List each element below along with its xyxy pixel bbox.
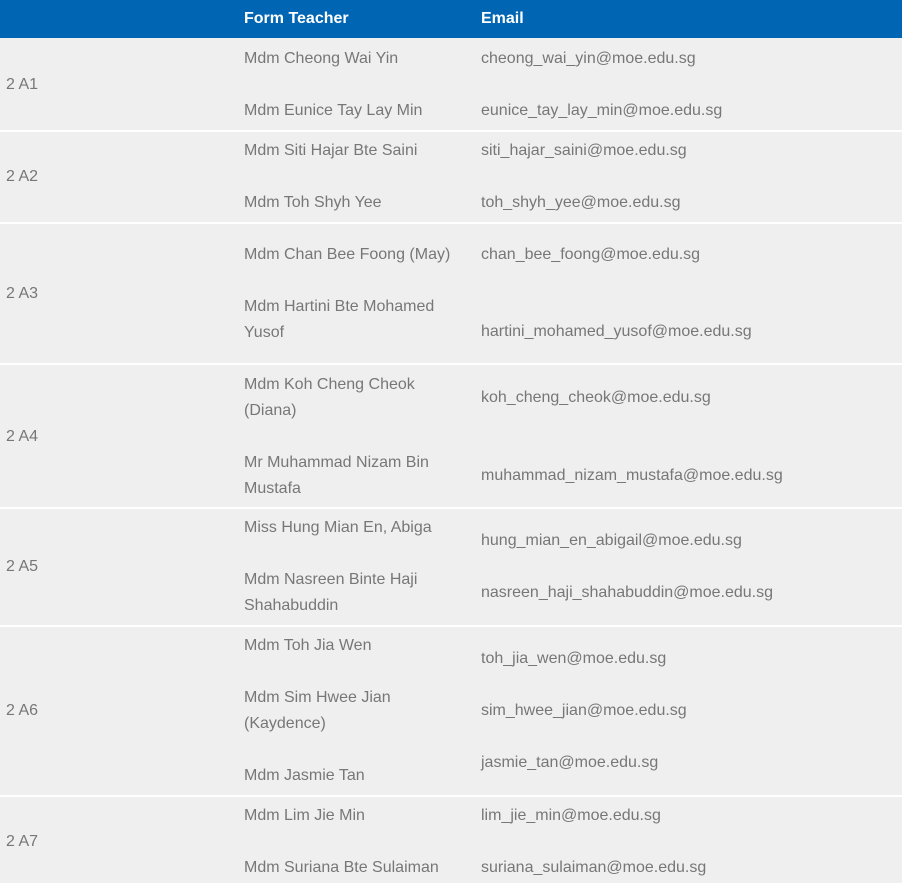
teacher-name-continued: (Diana) [244, 402, 297, 419]
teacher-email[interactable]: muhammad_nizam_mustafa@moe.edu.sg [481, 463, 783, 489]
table-header: Form Teacher Email [0, 0, 902, 38]
teacher-name: Mdm Sim Hwee Jian [244, 689, 391, 706]
teacher-name-continued: (Kaydence) [244, 715, 326, 732]
teacher-name: Mdm Hartini Bte Mohamed [244, 298, 435, 315]
teacher-name: Mr Muhammad Nizam Bin [244, 454, 429, 471]
table-row: 2 A6 Mdm Toh Jia Wen toh_jia_wen@moe.edu… [0, 627, 902, 797]
teacher-email[interactable]: hartini_mohamed_yusof@moe.edu.sg [481, 319, 752, 345]
table-row: 2 A7 Mdm Lim Jie Min lim_jie_min@moe.edu… [0, 797, 902, 883]
form-teacher-column-header: Form Teacher [244, 10, 349, 27]
class-cell: 2 A5 [6, 558, 39, 575]
teacher-name: Mdm Suriana Bte Sulaiman [244, 859, 439, 876]
teacher-name: Mdm Nasreen Binte Haji [244, 571, 418, 588]
class-cell: 2 A6 [6, 702, 39, 719]
teacher-email[interactable]: eunice_tay_lay_min@moe.edu.sg [481, 98, 722, 124]
table-row: 2 A3 Mdm Chan Bee Foong (May) chan_bee_f… [0, 224, 902, 365]
teacher-name: Mdm Lim Jie Min [244, 807, 365, 824]
class-cell: 2 A3 [6, 285, 39, 302]
teacher-email[interactable]: koh_cheng_cheok@moe.edu.sg [481, 385, 711, 411]
table-row: 2 A1 Mdm Cheong Wai Yin cheong_wai_yin@m… [0, 38, 902, 132]
teacher-email[interactable]: toh_jia_wen@moe.edu.sg [481, 646, 666, 672]
class-cell: 2 A1 [6, 76, 39, 93]
class-cell: 2 A2 [6, 168, 39, 185]
teacher-email[interactable]: chan_bee_foong@moe.edu.sg [481, 242, 700, 268]
teacher-name: Mdm Jasmie Tan [244, 767, 365, 784]
teacher-email[interactable]: cheong_wai_yin@moe.edu.sg [481, 46, 696, 72]
teacher-email[interactable]: jasmie_tan@moe.edu.sg [481, 750, 658, 776]
teacher-email[interactable]: sim_hwee_jian@moe.edu.sg [481, 698, 687, 724]
table-row: 2 A5 Miss Hung Mian En, Abiga hung_mian_… [0, 509, 902, 627]
teacher-email[interactable]: nasreen_haji_shahabuddin@moe.edu.sg [481, 580, 773, 606]
teacher-name: Mdm Cheong Wai Yin [244, 50, 399, 67]
teacher-email[interactable]: lim_jie_min@moe.edu.sg [481, 803, 661, 829]
table-row: 2 A4 Mdm Koh Cheng Cheok (Diana) koh_che… [0, 365, 902, 509]
teacher-name-continued: Yusof [244, 324, 285, 341]
teacher-name: Mdm Eunice Tay Lay Min [244, 102, 423, 119]
class-cell: 2 A4 [6, 428, 39, 445]
teacher-name: Mdm Koh Cheng Cheok [244, 376, 415, 393]
table-row: 2 A2 Mdm Siti Hajar Bte Saini siti_hajar… [0, 132, 902, 224]
teacher-name: Miss Hung Mian En, Abiga [244, 519, 432, 536]
class-cell: 2 A7 [6, 833, 39, 850]
teacher-name-continued: Mustafa [244, 480, 301, 497]
teacher-email[interactable]: suriana_sulaiman@moe.edu.sg [481, 855, 706, 881]
email-column-header: Email [481, 10, 524, 27]
teacher-name: Mdm Toh Shyh Yee [244, 194, 382, 211]
teacher-name: Mdm Siti Hajar Bte Saini [244, 142, 418, 159]
teacher-email[interactable]: siti_hajar_saini@moe.edu.sg [481, 138, 687, 164]
teacher-name-continued: Shahabuddin [244, 597, 339, 614]
teacher-name: Mdm Toh Jia Wen [244, 637, 372, 654]
teacher-name: Mdm Chan Bee Foong (May) [244, 246, 451, 263]
teacher-email[interactable]: toh_shyh_yee@moe.edu.sg [481, 190, 680, 216]
teacher-email[interactable]: hung_mian_en_abigail@moe.edu.sg [481, 528, 742, 554]
